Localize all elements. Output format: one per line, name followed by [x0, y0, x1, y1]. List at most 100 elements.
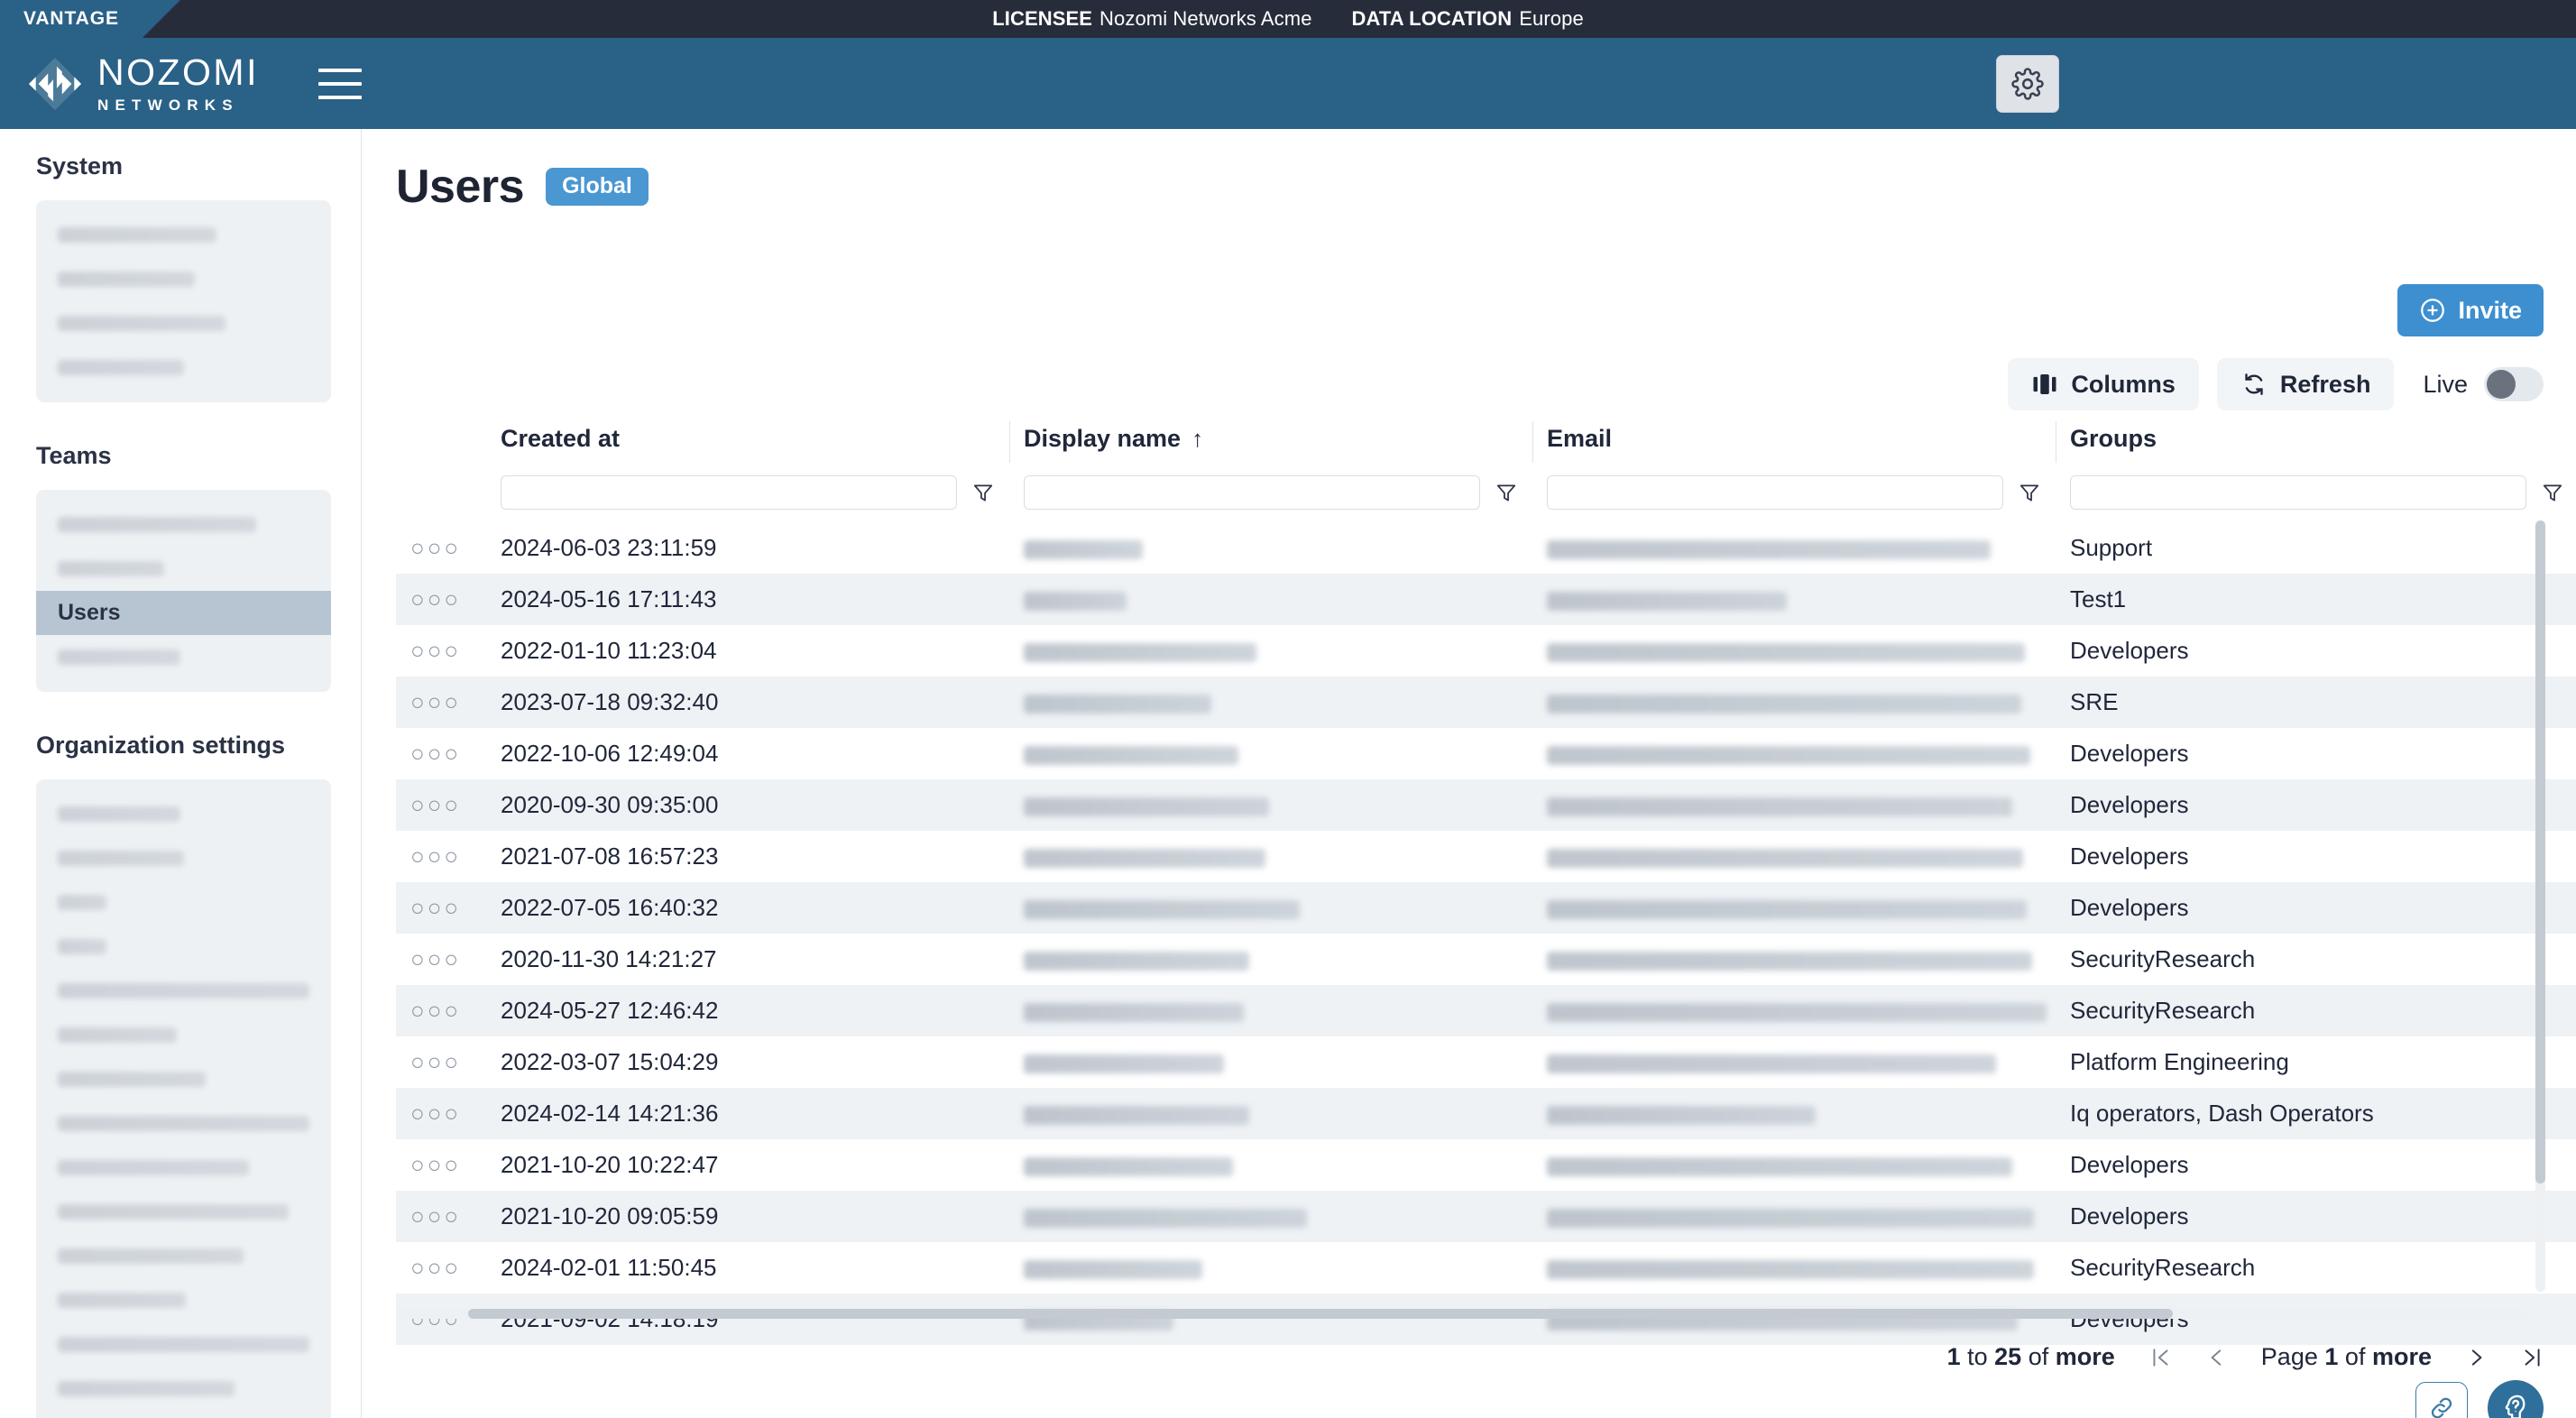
- sidebar-item[interactable]: [36, 1322, 331, 1367]
- kebab-menu-icon[interactable]: ○○○: [410, 894, 461, 921]
- kebab-menu-icon[interactable]: ○○○: [410, 1100, 461, 1127]
- sidebar-item[interactable]: [36, 257, 331, 301]
- sidebar-item[interactable]: [36, 1190, 331, 1234]
- display-name-redacted: [1024, 1156, 1233, 1176]
- table-row[interactable]: ○○○ 2021-10-20 10:22:47 Developers: [396, 1139, 2576, 1191]
- table-row[interactable]: ○○○ 2022-10-06 12:49:04 Developers: [396, 728, 2576, 779]
- sidebar-item[interactable]: [36, 969, 331, 1013]
- table-row[interactable]: ○○○ 2022-07-05 16:40:32 Developers: [396, 882, 2576, 934]
- first-page-icon[interactable]: [2149, 1345, 2173, 1370]
- sidebar-item[interactable]: [36, 635, 331, 679]
- scope-chip-global[interactable]: Global: [546, 168, 649, 206]
- hamburger-icon[interactable]: [317, 68, 362, 99]
- kebab-menu-icon[interactable]: ○○○: [410, 843, 461, 870]
- kebab-menu-icon[interactable]: ○○○: [410, 997, 461, 1024]
- invite-button[interactable]: Invite: [2397, 284, 2544, 336]
- sidebar-item[interactable]: [36, 1013, 331, 1057]
- table-row[interactable]: ○○○ 2022-03-07 15:04:29 Platform Engineeri…: [396, 1036, 2576, 1088]
- table-row[interactable]: ○○○ 2021-09-02 14:18:19 Developers: [396, 1294, 2576, 1345]
- prev-page-icon[interactable]: [2205, 1345, 2229, 1370]
- sidebar-item[interactable]: [36, 1146, 331, 1190]
- sidebar-item[interactable]: [36, 1101, 331, 1146]
- table-row[interactable]: ○○○ 2020-11-30 14:21:27 SecurityResearch: [396, 934, 2576, 985]
- kebab-menu-icon[interactable]: ○○○: [410, 637, 461, 664]
- copy-link-button[interactable]: [2415, 1382, 2468, 1418]
- sidebar-item-users[interactable]: Users: [36, 591, 331, 635]
- table-column-header[interactable]: Created at: [486, 419, 1009, 468]
- table-row[interactable]: ○○○ 2024-06-03 23:11:59 Support: [396, 522, 2576, 574]
- kebab-menu-icon[interactable]: ○○○: [410, 534, 461, 561]
- scroll-thumb[interactable]: [2535, 520, 2545, 1184]
- scroll-thumb[interactable]: [468, 1309, 2174, 1319]
- email-redacted: [1547, 796, 2012, 816]
- sidebar-item[interactable]: [36, 1234, 331, 1278]
- table-row[interactable]: ○○○ 2024-02-14 14:21:36 Iq operators, Dash…: [396, 1088, 2576, 1139]
- sidebar-item[interactable]: [36, 880, 331, 925]
- settings-button[interactable]: [1996, 54, 2059, 113]
- kebab-menu-icon[interactable]: ○○○: [410, 740, 461, 767]
- cell-email: [1532, 1036, 2056, 1088]
- table-horizontal-scrollbar[interactable]: [396, 1309, 2527, 1319]
- sidebar-item[interactable]: [36, 836, 331, 880]
- sidebar-item[interactable]: [36, 925, 331, 969]
- sidebar-item[interactable]: [36, 213, 331, 257]
- kebab-menu-icon[interactable]: ○○○: [410, 1151, 461, 1178]
- column-filter-input[interactable]: [1024, 475, 1480, 510]
- sidebar-item[interactable]: [36, 1411, 331, 1418]
- funnel-icon[interactable]: [2003, 481, 2056, 504]
- kebab-menu-icon[interactable]: ○○○: [410, 1048, 461, 1075]
- next-page-icon[interactable]: [2464, 1345, 2488, 1370]
- kebab-menu-icon[interactable]: ○○○: [410, 945, 461, 972]
- funnel-icon[interactable]: [1480, 481, 1532, 504]
- sidebar-item[interactable]: [36, 1057, 331, 1101]
- sidebar-item[interactable]: [36, 792, 331, 836]
- table-column-header[interactable]: Groups: [2056, 419, 2576, 468]
- sidebar-item[interactable]: [36, 301, 331, 345]
- kebab-menu-icon[interactable]: ○○○: [410, 791, 461, 818]
- live-toggle-group[interactable]: Live: [2423, 367, 2544, 401]
- email-redacted: [1547, 1259, 2034, 1279]
- column-filter-input[interactable]: [2070, 475, 2526, 510]
- kebab-menu-icon[interactable]: ○○○: [410, 585, 461, 612]
- table-column-header[interactable]: Email: [1532, 419, 2056, 468]
- sort-ascending-icon[interactable]: ↑: [1191, 425, 1203, 452]
- sidebar-item[interactable]: [36, 547, 331, 591]
- table-row[interactable]: ○○○ 2020-09-30 09:35:00 Developers: [396, 779, 2576, 831]
- sidebar-item[interactable]: [36, 502, 331, 547]
- sidebar-item-label-redacted: [58, 1293, 186, 1308]
- sidebar-item[interactable]: [36, 1367, 331, 1411]
- cell-groups: Platform Engineering: [2070, 1048, 2289, 1075]
- product-tab-vantage[interactable]: VANTAGE: [0, 0, 180, 38]
- column-filter-input[interactable]: [1547, 475, 2003, 510]
- pagination-range: 1 to 25 of more: [1947, 1343, 2115, 1371]
- kebab-menu-icon[interactable]: ○○○: [410, 1202, 461, 1229]
- column-filter-input[interactable]: [501, 475, 957, 510]
- sidebar-item[interactable]: [36, 1278, 331, 1322]
- sidebar-item[interactable]: [36, 345, 331, 390]
- help-button[interactable]: [2488, 1380, 2544, 1418]
- last-page-icon[interactable]: [2520, 1345, 2544, 1370]
- table-column-header[interactable]: Display name ↑: [1009, 419, 1532, 468]
- table-row[interactable]: ○○○ 2022-01-10 11:23:04 Developers: [396, 625, 2576, 677]
- email-redacted: [1547, 848, 2023, 868]
- table-row[interactable]: ○○○ 2023-07-18 09:32:40 SRE: [396, 677, 2576, 728]
- table-row[interactable]: ○○○ 2021-07-08 16:57:23 Developers: [396, 831, 2576, 882]
- funnel-icon[interactable]: [2526, 481, 2576, 504]
- table-row[interactable]: ○○○ 2024-05-27 12:46:42 SecurityResearch: [396, 985, 2576, 1036]
- sidebar-item-label-redacted: [58, 895, 106, 910]
- table-row[interactable]: ○○○ 2024-02-01 11:50:45 SecurityResearch: [396, 1242, 2576, 1294]
- nozomi-logo[interactable]: NOZOMI NETWORKS: [27, 54, 259, 113]
- kebab-menu-icon[interactable]: ○○○: [410, 688, 461, 715]
- kebab-menu-icon[interactable]: ○○○: [410, 1254, 461, 1281]
- table-row[interactable]: ○○○ 2024-05-16 17:11:43 Test1: [396, 574, 2576, 625]
- table-row[interactable]: ○○○ 2021-10-20 09:05:59 Developers: [396, 1191, 2576, 1242]
- funnel-icon[interactable]: [957, 481, 1009, 504]
- refresh-button[interactable]: Refresh: [2216, 358, 2395, 410]
- display-name-redacted: [1024, 951, 1249, 971]
- live-toggle[interactable]: [2484, 367, 2544, 401]
- sidebar[interactable]: System Teams Users Organization settings: [0, 129, 362, 1418]
- columns-button[interactable]: Columns: [2008, 358, 2199, 410]
- page-total: more: [2371, 1343, 2432, 1370]
- cell-created-at: 2024-05-16 17:11:43: [501, 585, 717, 612]
- table-vertical-scrollbar[interactable]: [2535, 520, 2545, 1292]
